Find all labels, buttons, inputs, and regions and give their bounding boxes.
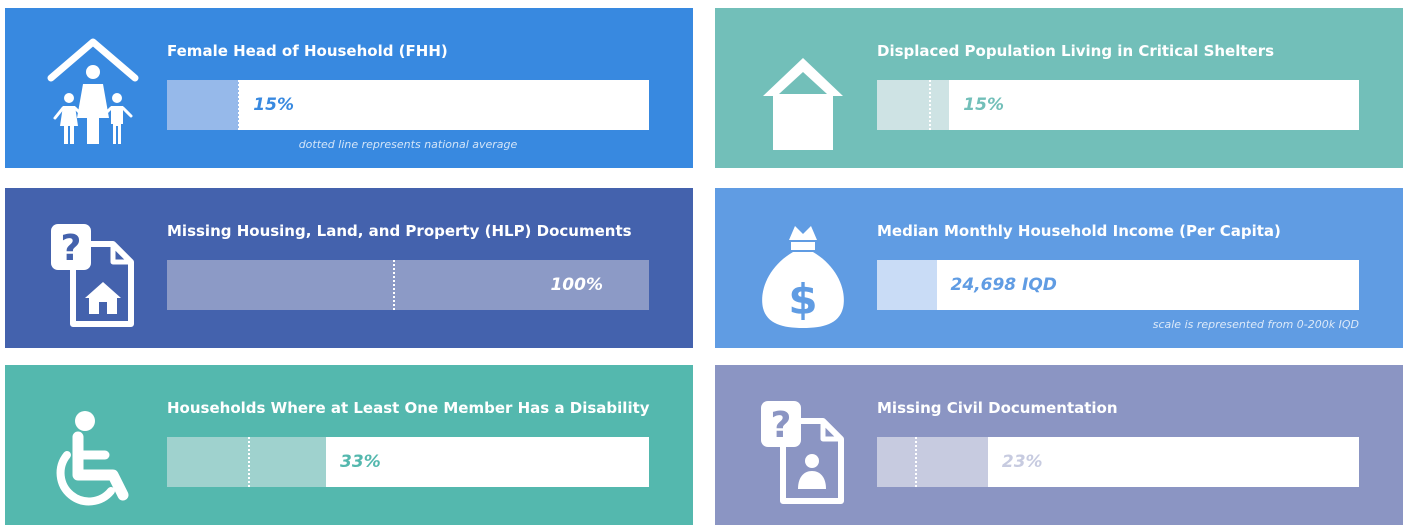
bar-fill: [167, 80, 240, 130]
national-average-marker: [238, 80, 241, 130]
bar-value-label: 100%: [550, 275, 603, 295]
card-title: Displaced Population Living in Critical …: [877, 42, 1275, 60]
card-disability: Households Where at Least One Member Has…: [5, 365, 693, 525]
card-fhh: Female Head of Household (FHH) 15% dotte…: [5, 8, 693, 168]
scale-note: scale is represented from 0-200k IQD: [1152, 318, 1359, 331]
family-house-icon: [43, 26, 143, 150]
bar-value-label: 15%: [253, 95, 294, 115]
card-title: Missing Housing, Land, and Property (HLP…: [167, 222, 632, 240]
card-title: Missing Civil Documentation: [877, 399, 1118, 417]
bar-track: 15%: [877, 80, 1359, 130]
svg-text:$: $: [788, 275, 817, 324]
svg-text:?: ?: [61, 228, 82, 269]
card-title: Female Head of Household (FHH): [167, 42, 448, 60]
national-average-marker: [914, 437, 917, 487]
bar-track: 23%: [877, 437, 1359, 487]
national-average-marker: [392, 260, 395, 310]
national-average-marker: [247, 437, 250, 487]
bar-track: 33%: [167, 437, 649, 487]
bar-value-label: 23%: [1001, 452, 1043, 472]
bar-fill: [877, 260, 937, 310]
bar-value-label: 24,698 IQD: [950, 275, 1057, 295]
missing-house-document-icon: ?: [43, 206, 143, 330]
bar-track: 100%: [167, 260, 649, 310]
bar-fill: [877, 437, 988, 487]
bar-track: 15%: [167, 80, 649, 130]
house-icon: [753, 26, 853, 150]
bar-track: 24,698 IQD: [877, 260, 1359, 310]
card-civil-documentation: ? Missing Civil Documentation 23%: [715, 365, 1403, 525]
card-title: Median Monthly Household Income (Per Cap…: [877, 222, 1281, 240]
bar-fill: [167, 437, 327, 487]
card-critical-shelters: Displaced Population Living in Critical …: [715, 8, 1403, 168]
missing-id-document-icon: ?: [753, 383, 853, 507]
svg-text:?: ?: [771, 405, 792, 446]
bar-value-label: 33%: [340, 452, 381, 472]
national-average-note: dotted line represents national average: [298, 138, 518, 151]
national-average-marker: [929, 80, 932, 130]
card-title: Households Where at Least One Member Has…: [167, 399, 650, 417]
card-hlp-documents: ? Missing Housing, Land, and Property (H…: [5, 188, 693, 348]
bar-fill: [877, 80, 950, 130]
bar-value-label: 15%: [963, 95, 1004, 115]
card-income: $ Median Monthly Household Income (Per C…: [715, 188, 1403, 348]
money-bag-icon: $: [753, 206, 853, 330]
wheelchair-icon: [43, 383, 143, 507]
